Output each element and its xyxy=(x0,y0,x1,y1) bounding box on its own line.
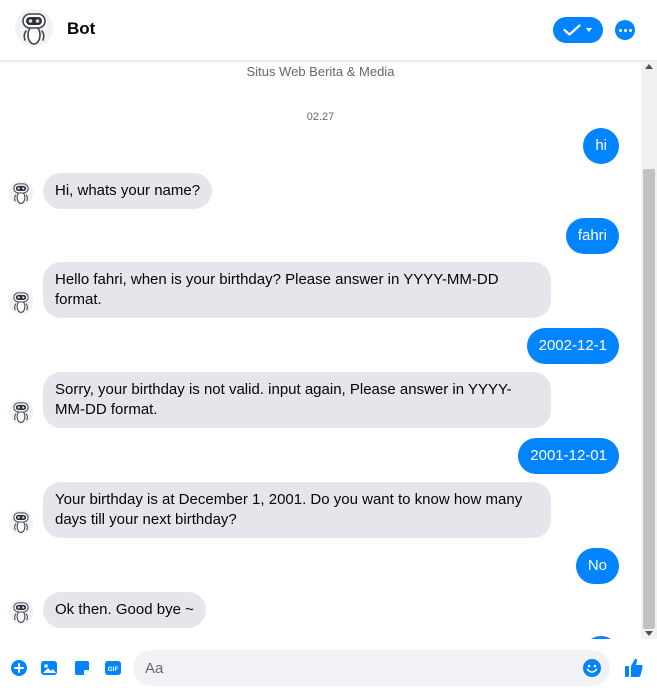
bot-avatar[interactable] xyxy=(14,8,54,48)
bot-name[interactable]: Bot xyxy=(67,19,95,39)
message-row: 2001-12-01 xyxy=(0,438,641,474)
dropdown-arrow-icon xyxy=(585,28,592,32)
bot-avatar-small[interactable] xyxy=(8,288,34,316)
message-row: Sorry, your birthday is not valid. input… xyxy=(0,372,641,428)
check-icon xyxy=(562,24,581,36)
gif-icon[interactable]: GIF xyxy=(104,659,122,677)
bot-avatar-small[interactable] xyxy=(8,179,34,207)
scrollbar-thumb[interactable] xyxy=(643,169,655,629)
photo-icon[interactable] xyxy=(40,659,58,677)
scroll-up-icon[interactable] xyxy=(645,64,653,69)
incoming-message[interactable]: Sorry, your birthday is not valid. input… xyxy=(43,372,551,428)
more-icon[interactable] xyxy=(615,20,635,40)
message-list[interactable]: Situs Web Berita & Media 02.27 hi Hi, wh… xyxy=(0,61,641,639)
bot-avatar-small[interactable] xyxy=(8,508,34,536)
message-row: 2002-12-1 xyxy=(0,328,641,364)
message-row: fahri xyxy=(0,218,641,254)
message-row: Your birthday is at December 1, 2001. Do… xyxy=(0,482,641,538)
emoji-icon[interactable] xyxy=(582,658,602,678)
svg-text:GIF: GIF xyxy=(108,666,119,673)
chat-scrollbar[interactable] xyxy=(641,61,657,639)
message-row: Hi, whats your name? xyxy=(0,173,641,209)
outgoing-message[interactable]: 2001-12-01 xyxy=(518,438,619,474)
outgoing-message[interactable]: No xyxy=(575,548,619,584)
outgoing-message[interactable]: hi xyxy=(583,128,619,164)
thumbs-up-icon[interactable] xyxy=(624,657,644,679)
message-row: Ok then. Good bye ~ xyxy=(0,592,641,628)
bot-avatar-small[interactable] xyxy=(8,598,34,626)
incoming-message[interactable]: Hello fahri, when is your birthday? Plea… xyxy=(43,262,551,318)
sticker-icon[interactable] xyxy=(73,659,91,677)
message-input[interactable] xyxy=(133,650,610,686)
message-composer: GIF xyxy=(0,640,657,695)
seen-status-button[interactable] xyxy=(553,17,603,43)
message-row: Hello fahri, when is your birthday? Plea… xyxy=(0,262,641,318)
plus-icon[interactable] xyxy=(10,659,28,677)
message-row: hi xyxy=(0,128,641,164)
bot-avatar-small[interactable] xyxy=(8,398,34,426)
message-timestamp: 02.27 xyxy=(306,111,335,123)
scroll-down-icon[interactable] xyxy=(645,631,653,636)
incoming-message[interactable]: Ok then. Good bye ~ xyxy=(43,592,206,628)
outgoing-message[interactable]: 2002-12-1 xyxy=(526,328,619,364)
outgoing-message[interactable]: fahri xyxy=(565,218,619,254)
incoming-message[interactable]: Hi, whats your name? xyxy=(43,173,213,209)
message-row: No xyxy=(0,548,641,584)
page-subtitle: Situs Web Berita & Media xyxy=(246,64,395,79)
chat-header: Bot xyxy=(0,0,657,61)
outgoing-message-partial xyxy=(583,636,619,639)
incoming-message[interactable]: Your birthday is at December 1, 2001. Do… xyxy=(43,482,551,538)
